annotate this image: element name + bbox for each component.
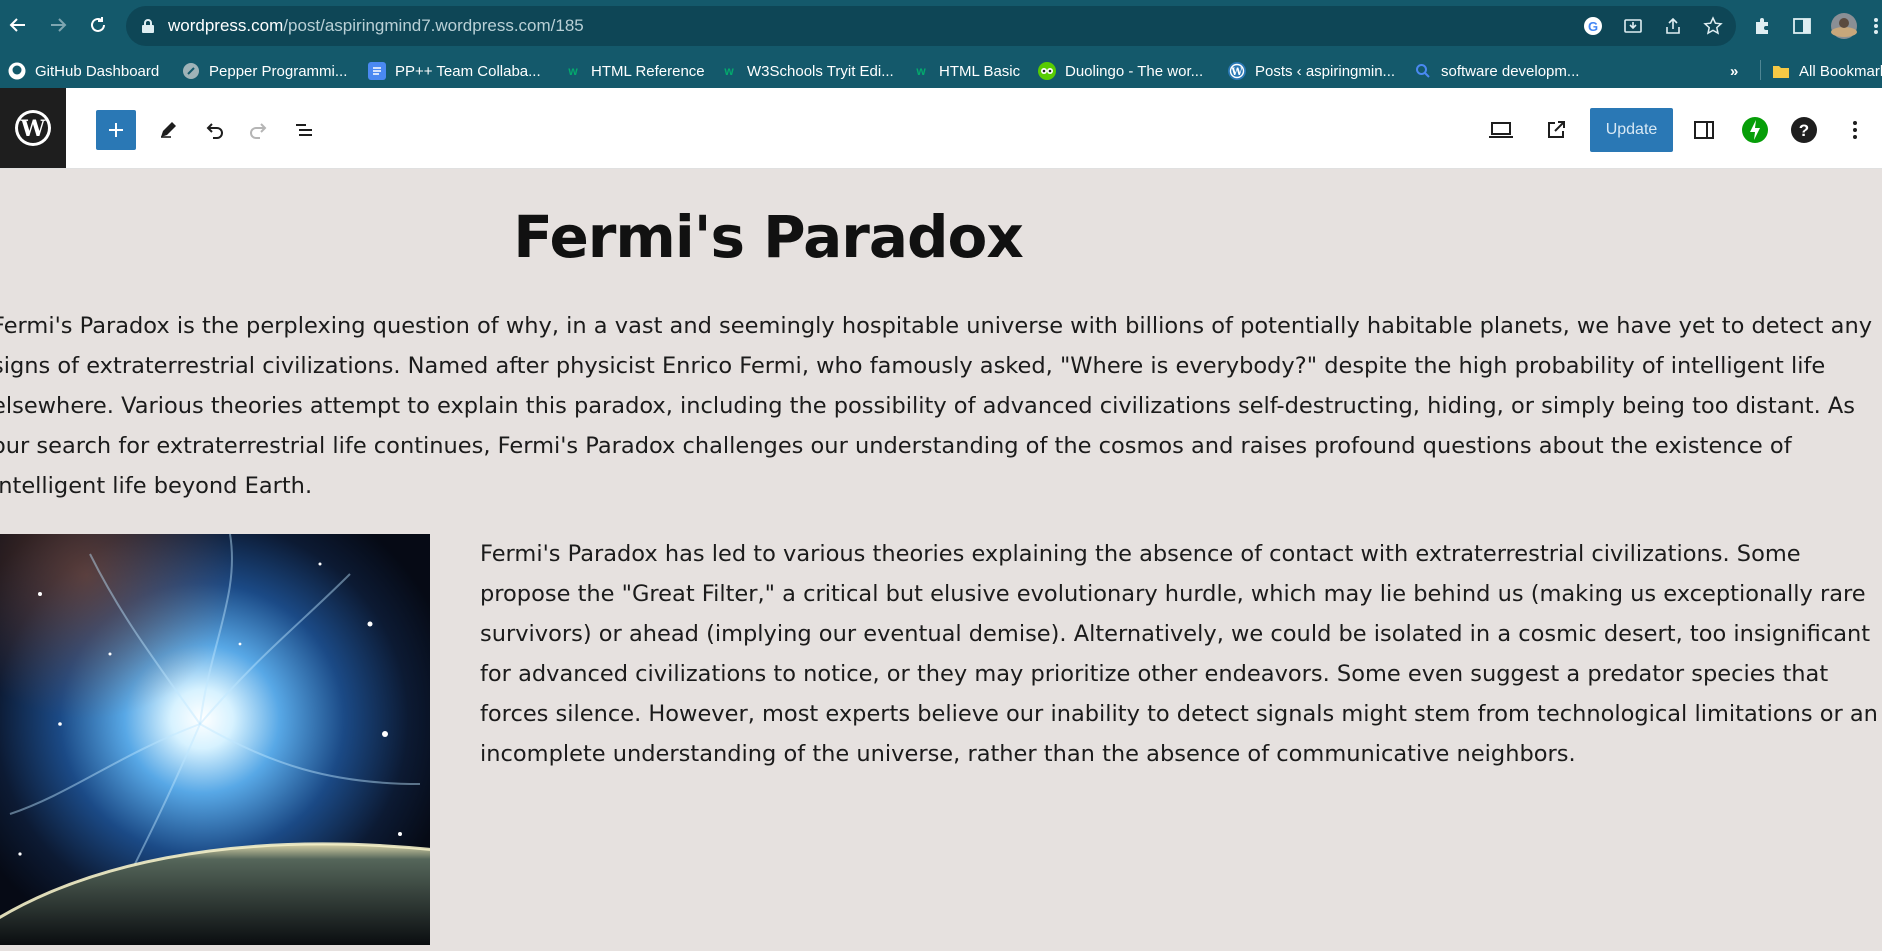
svg-text:W: W	[20, 116, 46, 142]
bookmark-label: All Bookmarks	[1799, 62, 1882, 80]
editor-toolbar: W Update ?	[0, 88, 1882, 169]
svg-text:W: W	[1230, 67, 1243, 78]
external-link-icon	[1548, 121, 1565, 138]
url-text[interactable]: wordpress.com/post/aspiringmind7.wordpre…	[168, 16, 584, 36]
duolingo-icon	[1038, 62, 1056, 80]
bookmark-w3schools-tryit[interactable]: w W3Schools Tryit Edi...	[720, 61, 894, 81]
w3-icon: w	[568, 64, 578, 78]
menu-icon[interactable]	[1870, 14, 1882, 38]
star-icon[interactable]	[1701, 14, 1725, 38]
forward-icon[interactable]	[45, 12, 71, 38]
options-button[interactable]	[1835, 110, 1875, 150]
bookmark-duolingo[interactable]: Duolingo - The wor...	[1038, 61, 1203, 81]
bookmark-label: HTML Reference	[591, 62, 705, 80]
overflow-label: »	[1730, 62, 1739, 80]
desktop-preview-icon	[1489, 122, 1513, 138]
reload-icon[interactable]	[85, 12, 111, 38]
pepper-icon	[182, 62, 200, 80]
share-icon[interactable]	[1661, 14, 1685, 38]
pencil-icon	[161, 122, 176, 138]
svg-text:G: G	[1588, 19, 1598, 34]
jetpack-button[interactable]	[1735, 110, 1775, 150]
bookmarks-bar: GitHub Dashboard Pepper Programmi... PP+…	[0, 52, 1882, 88]
lock-icon[interactable]	[136, 14, 160, 38]
sidebar-icon	[1694, 121, 1714, 139]
install-app-icon[interactable]	[1621, 14, 1645, 38]
add-block-button[interactable]	[96, 110, 136, 150]
bookmark-pp-team[interactable]: PP++ Team Collaba...	[368, 61, 541, 81]
bookmarks-divider	[1760, 60, 1761, 80]
profile-avatar[interactable]	[1830, 12, 1858, 40]
bookmark-label: Duolingo - The wor...	[1065, 62, 1204, 80]
docs-icon	[368, 62, 386, 80]
view-post-button[interactable]	[1536, 110, 1576, 150]
bookmark-label: PP++ Team Collaba...	[395, 62, 541, 80]
jetpack-icon	[1742, 117, 1768, 143]
w3-icon: w	[724, 64, 734, 78]
folder-icon	[1772, 62, 1790, 80]
help-button[interactable]: ?	[1784, 110, 1824, 150]
bookmark-label: Posts ‹ aspiringmin...	[1255, 62, 1396, 80]
extensions-icon[interactable]	[1750, 14, 1774, 38]
bookmark-html-reference[interactable]: w HTML Reference	[564, 61, 705, 81]
svg-text:?: ?	[1799, 121, 1809, 140]
side-panel-icon[interactable]	[1790, 14, 1814, 38]
redo-icon	[250, 123, 267, 139]
undo-icon	[206, 123, 223, 139]
tools-button[interactable]	[148, 110, 188, 150]
bookmark-label: Pepper Programmi...	[209, 62, 348, 80]
w3-icon: w	[916, 64, 926, 78]
galaxy-image[interactable]	[0, 534, 430, 945]
browser-address-bar: wordpress.com/post/aspiringmind7.wordpre…	[0, 0, 1882, 52]
bookmark-label: GitHub Dashboard	[35, 62, 160, 80]
plus-icon	[109, 123, 123, 137]
all-bookmarks-folder[interactable]: All Bookmarks	[1772, 61, 1882, 81]
wordpress-icon: W	[1228, 62, 1246, 80]
redo-button[interactable]	[239, 110, 279, 150]
wordpress-logo-button[interactable]: W	[0, 88, 66, 168]
help-icon: ?	[1791, 117, 1817, 143]
bookmark-html-basic[interactable]: w HTML Basic	[912, 61, 1020, 81]
undo-button[interactable]	[194, 110, 234, 150]
search-icon	[1414, 62, 1432, 80]
bookmark-wordpress-posts[interactable]: W Posts ‹ aspiringmin...	[1228, 61, 1395, 81]
bookmarks-overflow-button[interactable]: »	[1730, 61, 1738, 81]
back-icon[interactable]	[5, 12, 31, 38]
paragraph-block[interactable]: Fermi's Paradox is the perplexing questi…	[0, 306, 1877, 506]
preview-button[interactable]	[1481, 110, 1521, 150]
bookmark-label: software developm...	[1441, 62, 1580, 80]
update-button[interactable]: Update	[1590, 108, 1673, 152]
bookmark-software-development[interactable]: software developm...	[1414, 61, 1579, 81]
post-title[interactable]: Fermi's Paradox	[0, 201, 1536, 273]
google-icon[interactable]: G	[1581, 14, 1605, 38]
bookmark-github-dashboard[interactable]: GitHub Dashboard	[8, 61, 159, 81]
document-overview-button[interactable]	[284, 110, 324, 150]
more-vertical-icon	[1853, 121, 1857, 139]
github-icon	[8, 62, 26, 80]
bookmark-label: HTML Basic	[939, 62, 1021, 80]
wordpress-icon: W	[15, 110, 51, 146]
settings-sidebar-button[interactable]	[1684, 110, 1724, 150]
bookmark-label: W3Schools Tryit Edi...	[747, 62, 894, 80]
bookmark-pepper-programming[interactable]: Pepper Programmi...	[182, 61, 347, 81]
media-text-paragraph[interactable]: Fermi's Paradox has led to various theor…	[480, 534, 1880, 774]
list-view-icon	[296, 124, 312, 136]
